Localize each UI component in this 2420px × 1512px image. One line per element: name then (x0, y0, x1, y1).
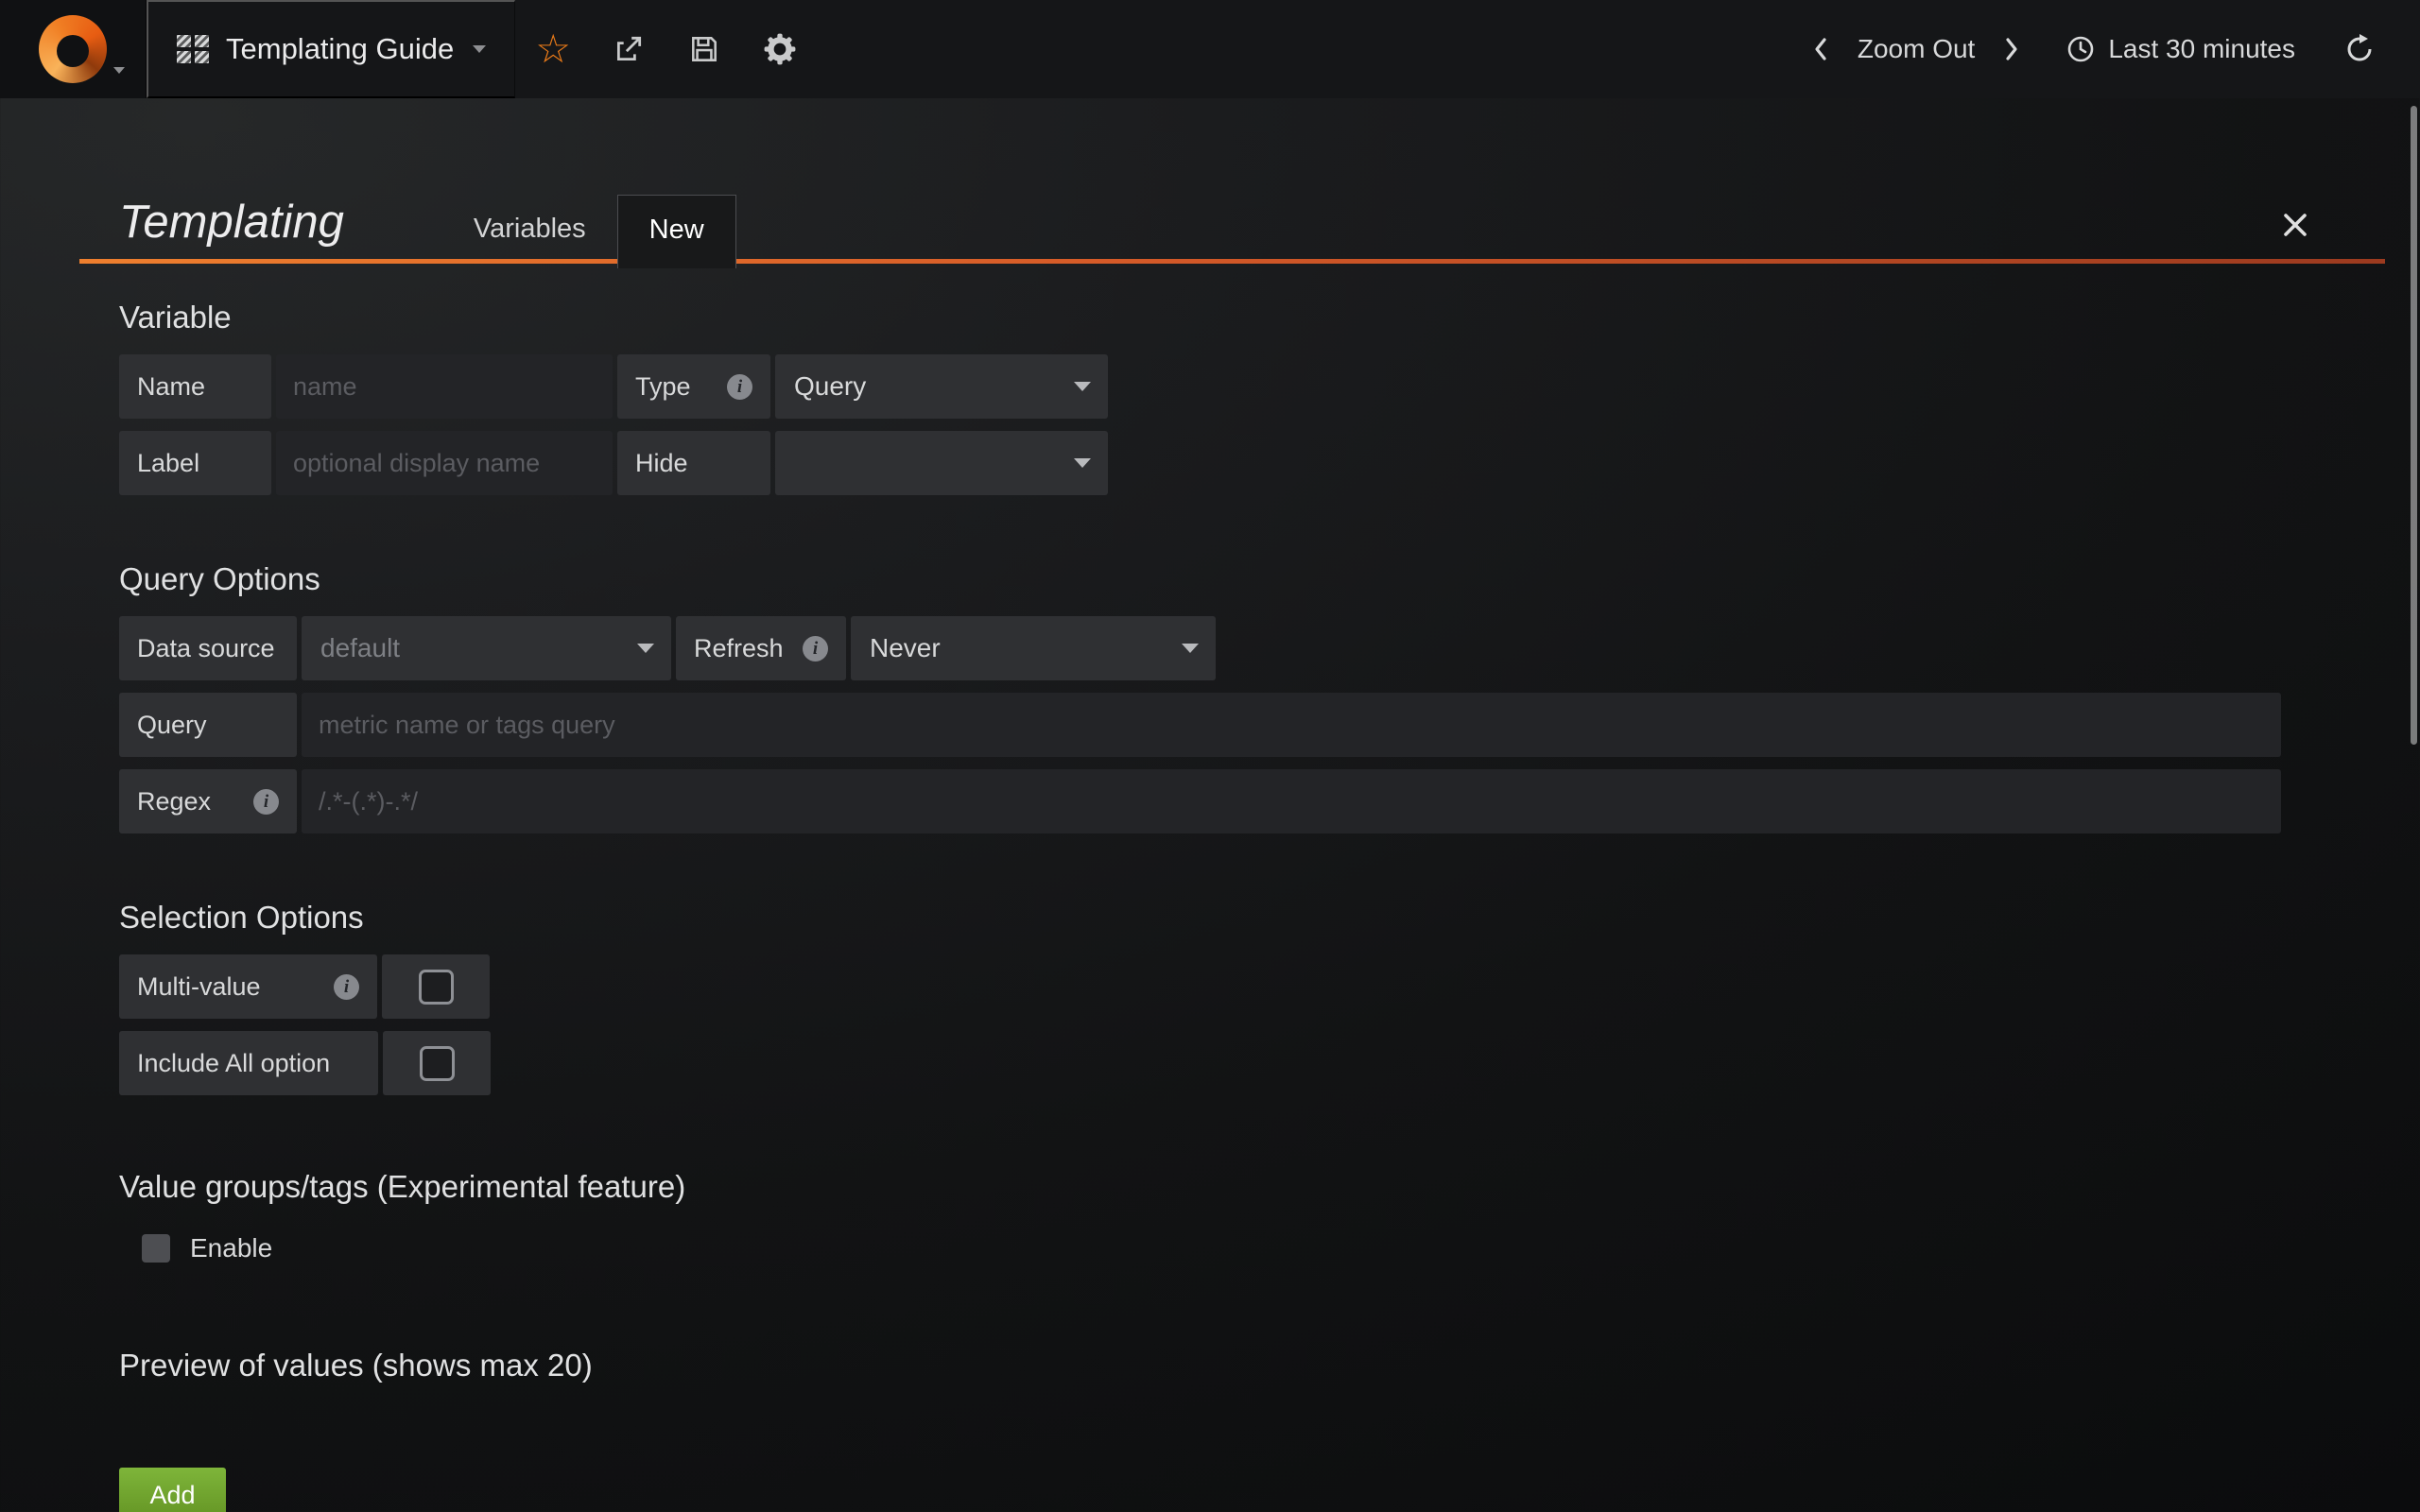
type-select[interactable]: Query (775, 354, 1108, 419)
share-icon (613, 33, 645, 65)
datasource-label: Data source (119, 616, 297, 680)
enable-row: Enable (142, 1233, 2420, 1263)
scrollbar-thumb[interactable] (2411, 106, 2417, 745)
datasource-select-value: default (320, 633, 400, 663)
chevron-down-icon (1182, 644, 1199, 653)
grafana-app: Templating Guide ☆ (0, 0, 2420, 1512)
value-groups-heading: Value groups/tags (Experimental feature) (119, 1169, 2420, 1205)
label-label: Label (119, 431, 271, 495)
multi-value-label: Multi-value i (119, 954, 377, 1019)
gear-icon (763, 32, 797, 66)
chevron-down-icon (637, 644, 654, 653)
selection-options-heading: Selection Options (119, 900, 2420, 936)
multi-value-row: Multi-value i (119, 954, 2420, 1019)
time-shift-back-button[interactable] (1791, 0, 1852, 98)
variable-row-1: Name Type i Query (119, 354, 2420, 419)
checkbox-unchecked-icon (420, 1046, 455, 1081)
zoom-out-label: Zoom Out (1858, 34, 1975, 64)
query-options-row-2: Query (119, 693, 2420, 757)
share-dashboard-button[interactable] (591, 0, 666, 98)
preview-heading: Preview of values (shows max 20) (119, 1348, 2420, 1383)
include-all-row: Include All option (119, 1031, 2420, 1095)
name-input[interactable] (276, 354, 613, 419)
grafana-menu-button[interactable] (0, 0, 147, 98)
type-select-value: Query (794, 371, 866, 402)
section-query-options: Query Options Data source default Refres… (119, 561, 2420, 833)
time-range-picker-button[interactable]: Last 30 minutes (2041, 0, 2320, 98)
refresh-label: Refresh i (676, 616, 846, 680)
checkbox-unchecked-icon (419, 970, 454, 1005)
refresh-icon (2344, 34, 2375, 64)
time-shift-forward-button[interactable] (1980, 0, 2041, 98)
star-dashboard-button[interactable]: ☆ (515, 0, 591, 98)
label-input[interactable] (276, 431, 613, 495)
info-icon[interactable]: i (803, 636, 828, 662)
refresh-dashboard-button[interactable] (2320, 0, 2399, 98)
info-icon[interactable]: i (727, 374, 752, 400)
close-icon (2281, 211, 2309, 239)
query-options-row-3: Regex i (119, 769, 2420, 833)
multi-value-checkbox[interactable] (382, 954, 490, 1019)
refresh-select-value: Never (870, 633, 941, 663)
info-icon[interactable]: i (253, 789, 279, 815)
variable-row-2: Label Hide (119, 431, 2420, 495)
navbar-right-controls: Zoom Out Last 30 minutes (1791, 0, 2399, 98)
section-variable: Variable Name Type i Query Label Hide (119, 300, 2420, 495)
enable-checkbox[interactable] (142, 1234, 170, 1263)
chevron-right-icon (2001, 34, 2020, 64)
add-button[interactable]: Add (119, 1468, 226, 1512)
tab-underline (79, 259, 2385, 264)
enable-label: Enable (190, 1233, 272, 1263)
top-navbar: Templating Guide ☆ (0, 0, 2420, 98)
dashboard-title: Templating Guide (226, 32, 454, 66)
save-dashboard-button[interactable] (666, 0, 742, 98)
chevron-down-icon (1074, 382, 1091, 391)
time-range-label: Last 30 minutes (2108, 34, 2295, 64)
clock-icon (2066, 34, 2096, 64)
type-label: Type i (617, 354, 770, 419)
refresh-select[interactable]: Never (851, 616, 1216, 680)
chevron-down-icon (1074, 458, 1091, 468)
name-label: Name (119, 354, 271, 419)
star-icon: ☆ (535, 29, 571, 69)
dashboard-icon (177, 35, 209, 63)
zoom-out-button[interactable]: Zoom Out (1852, 0, 1980, 98)
variable-editor-form: Variable Name Type i Query Label Hide (0, 264, 2420, 1512)
tab-variables[interactable]: Variables (442, 195, 617, 264)
regex-input[interactable] (302, 769, 2281, 833)
info-icon[interactable]: i (334, 974, 359, 1000)
chevron-down-icon (473, 45, 486, 53)
templating-editor-header: Templating Variables New (79, 98, 2385, 264)
chevron-left-icon (1812, 34, 1831, 64)
query-options-row-1: Data source default Refresh i Never (119, 616, 2420, 680)
section-selection-options: Selection Options Multi-value i Include … (119, 900, 2420, 1095)
include-all-label: Include All option (119, 1031, 378, 1095)
editor-title: Templating (119, 196, 344, 249)
grafana-logo-icon (39, 15, 107, 83)
save-icon (688, 33, 720, 65)
dashboard-settings-button[interactable] (742, 0, 818, 98)
section-value-groups: Value groups/tags (Experimental feature)… (119, 1169, 2420, 1263)
close-editor-button[interactable] (2281, 211, 2309, 239)
hide-label: Hide (617, 431, 770, 495)
chevron-down-icon (113, 67, 125, 74)
query-label: Query (119, 693, 297, 757)
datasource-select[interactable]: default (302, 616, 671, 680)
tab-new[interactable]: New (617, 195, 736, 268)
query-options-heading: Query Options (119, 561, 2420, 597)
variable-heading: Variable (119, 300, 2420, 335)
hide-select[interactable] (775, 431, 1108, 495)
include-all-checkbox[interactable] (383, 1031, 491, 1095)
editor-tabs: Variables New (442, 195, 736, 264)
regex-label: Regex i (119, 769, 297, 833)
dashboard-title-button[interactable]: Templating Guide (147, 0, 515, 98)
query-input[interactable] (302, 693, 2281, 757)
